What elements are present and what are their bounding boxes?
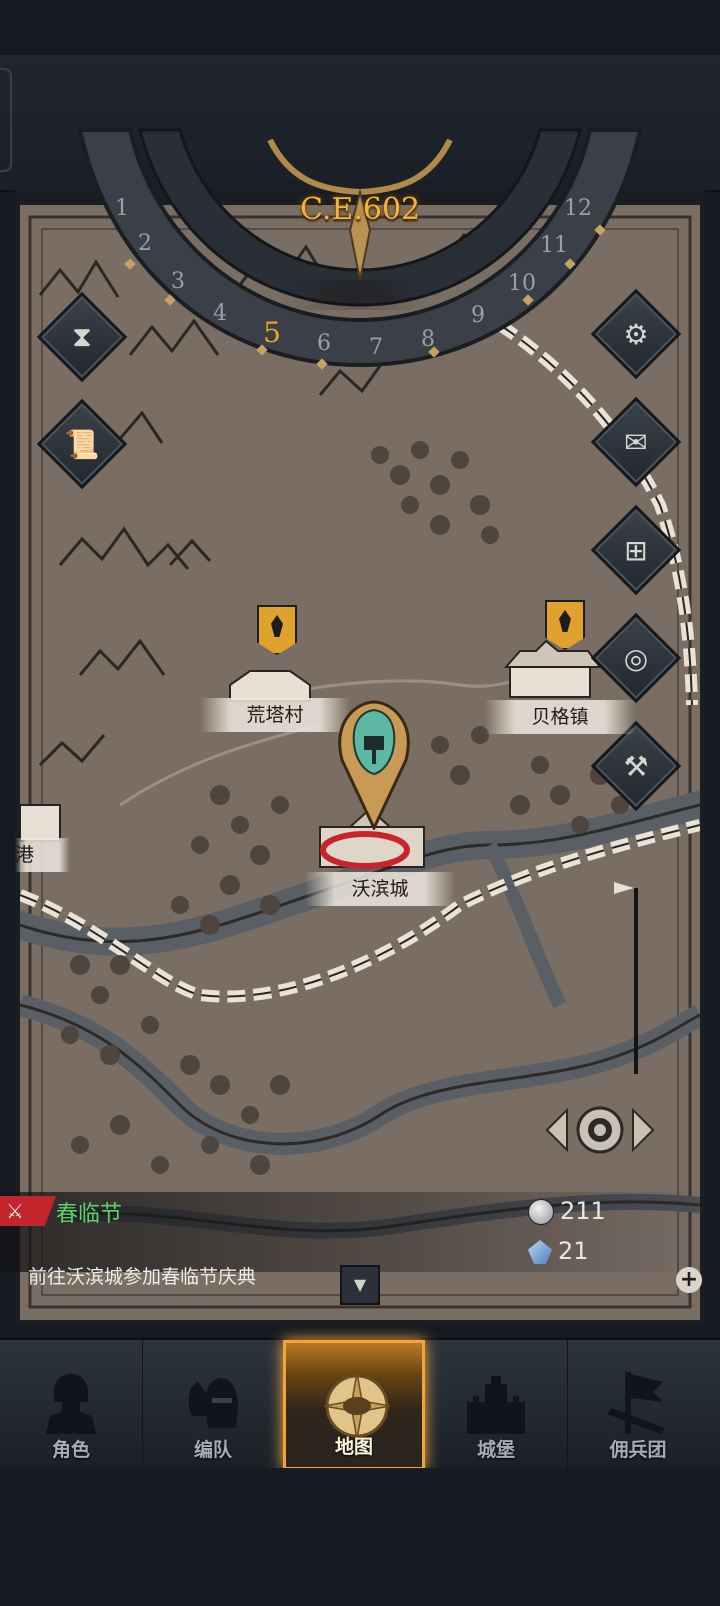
month-1[interactable]: 1 <box>115 196 129 221</box>
town-label-beige[interactable]: 贝格镇 <box>485 700 635 734</box>
month-2[interactable]: 2 <box>138 231 152 256</box>
calendar-dial: 1 2 3 4 6 7 8 9 10 11 12 5 <box>77 128 643 370</box>
town-label-huangta[interactable]: 荒塔村 <box>200 698 350 732</box>
month-6[interactable]: 6 <box>317 331 331 356</box>
tab-label: 地图 <box>334 1436 373 1458</box>
current-location: 金斯托城 <box>280 280 430 310</box>
tab-map[interactable]: N 地图 <box>283 1340 425 1470</box>
month-9[interactable]: 9 <box>471 303 485 328</box>
tab-mercenary[interactable]: 佣兵团 <box>567 1340 709 1470</box>
month-3[interactable]: 3 <box>171 269 185 294</box>
quest-description[interactable]: 前往沃滨城参加春临节庆典 <box>28 1262 256 1289</box>
knight-icon <box>46 1374 96 1434</box>
month-8[interactable]: 8 <box>421 327 435 352</box>
town-huangta-building <box>229 670 311 702</box>
era-label: C.E.602 <box>300 192 421 227</box>
quest-expand-button[interactable]: ▼ <box>340 1265 380 1305</box>
helmets-icon <box>188 1378 238 1428</box>
castle-icon <box>467 1376 525 1434</box>
crystal-resource: 21 <box>528 1236 589 1266</box>
silver-value: 211 <box>560 1197 606 1225</box>
anvil-icon: ⚒ <box>623 749 649 783</box>
tab-label: 编队 <box>193 1439 232 1461</box>
svg-text:N: N <box>353 1371 360 1372</box>
gear-icon: ⚙ <box>623 317 649 351</box>
month-10[interactable]: 10 <box>508 271 536 296</box>
compass-map-icon: N <box>323 1371 391 1440</box>
town-label-port[interactable]: 港 <box>15 838 70 872</box>
month-selected[interactable]: 5 <box>263 316 281 349</box>
drum-icon: ◎ <box>623 641 649 675</box>
add-currency-button[interactable]: + <box>676 1267 702 1293</box>
bottom-safe-area <box>0 1468 720 1606</box>
zoom-scale-marker[interactable] <box>614 882 634 894</box>
mercenary-banner-icon <box>607 1372 665 1434</box>
town-label-wobin[interactable]: 沃滨城 <box>305 872 455 906</box>
tab-label: 角色 <box>51 1439 90 1461</box>
tab-label: 城堡 <box>476 1439 515 1461</box>
silver-coin-icon <box>528 1199 554 1225</box>
hourglass-icon: ⧗ <box>72 320 92 353</box>
chevron-down-icon: ▼ <box>353 1275 367 1294</box>
crystal-value: 21 <box>558 1237 589 1265</box>
month-7[interactable]: 7 <box>369 335 383 360</box>
tab-formation[interactable]: 编队 <box>142 1340 285 1470</box>
tab-label: 佣兵团 <box>609 1439 667 1461</box>
locate-button[interactable] <box>545 1100 655 1160</box>
scroll-icon: 📜 <box>64 427 100 461</box>
month-4[interactable]: 4 <box>213 301 227 326</box>
zoom-scale-bar[interactable] <box>634 888 638 1074</box>
top-left-notch <box>0 68 12 172</box>
player-marker[interactable] <box>338 700 410 830</box>
tab-character[interactable]: 角色 <box>0 1340 143 1470</box>
month-12[interactable]: 12 <box>564 196 592 221</box>
quest-title[interactable]: 春临节 <box>56 1196 122 1228</box>
bottom-tab-bar: 角色 编队 N 地图 城堡 佣兵团 <box>0 1338 720 1470</box>
month-11[interactable]: 11 <box>540 233 568 258</box>
tab-castle[interactable]: 城堡 <box>425 1340 568 1470</box>
grid-icon: ⊞ <box>624 533 648 567</box>
silver-resource: 211 <box>528 1196 606 1226</box>
crystal-icon <box>528 1240 552 1264</box>
mail-icon: ✉ <box>624 425 648 459</box>
